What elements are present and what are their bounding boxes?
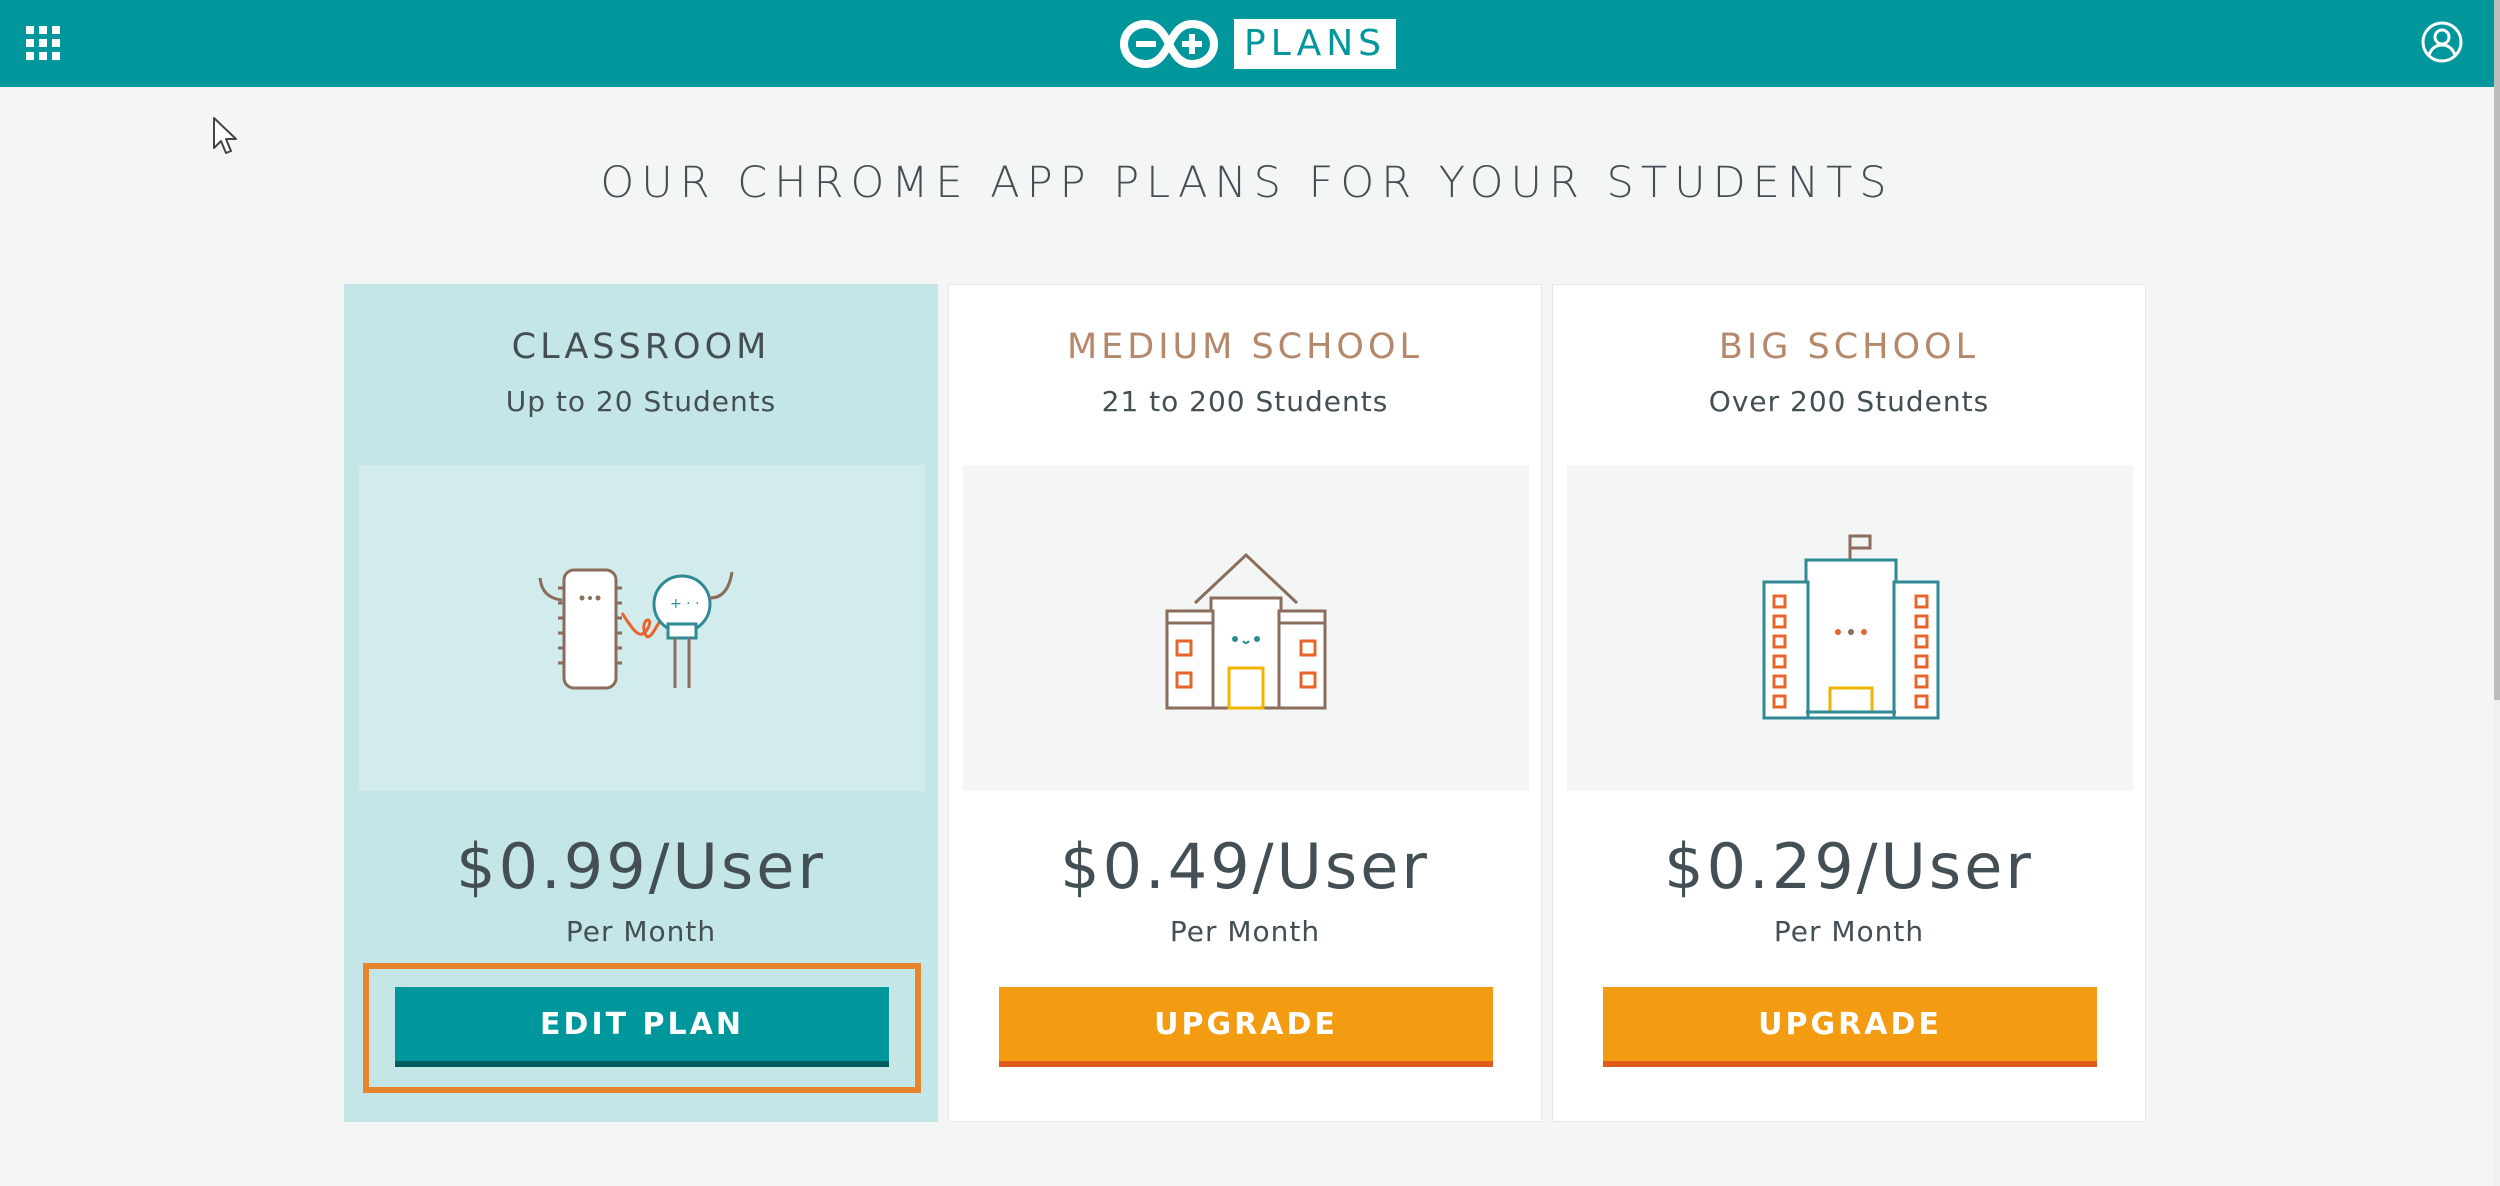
plans-label: PLANS [1234,19,1396,69]
classroom-characters-icon: + · · [538,568,734,690]
scrollbar-thumb[interactable] [2494,0,2500,700]
brand-logo[interactable]: PLANS [1120,18,1396,70]
plan-period: Per Month [1169,915,1321,948]
plan-card-medium-school: MEDIUM SCHOOL 21 to 200 Students $0.49/U… [948,284,1542,1122]
plan-name: BIG SCHOOL [1718,327,1980,367]
plan-price: $0.29/User [1664,830,2034,903]
plan-subtitle: 21 to 200 Students [1101,385,1389,418]
svg-text:+ · ·: + · · [670,596,700,612]
page-scrollbar[interactable] [2494,0,2500,1186]
edit-plan-button[interactable]: EDIT PLAN [395,987,889,1067]
big-school-building-icon [1762,534,1940,720]
plan-period: Per Month [565,915,717,948]
top-navigation-bar: PLANS [0,0,2494,87]
user-account-icon[interactable] [2420,20,2464,64]
plan-subtitle: Up to 20 Students [505,385,777,418]
mouse-cursor-icon [213,117,237,154]
plan-name: MEDIUM SCHOOL [1066,327,1424,367]
plan-name: CLASSROOM [511,327,771,367]
plan-price: $0.99/User [456,830,826,903]
plan-illustration [1567,465,2133,791]
apps-grid-icon[interactable] [26,26,60,60]
plan-card-big-school: BIG SCHOOL Over 200 Students $0.29/User … [1552,284,2146,1122]
medium-school-building-icon [1165,552,1327,710]
plan-subtitle: Over 200 Students [1708,385,1990,418]
plan-illustration: + · · [359,465,925,791]
upgrade-button[interactable]: UPGRADE [1603,987,2097,1067]
arduino-infinity-logo-icon [1120,19,1218,69]
plan-period: Per Month [1773,915,1925,948]
page-title: OUR CHROME APP PLANS FOR YOUR STUDENTS [600,158,1894,208]
plan-price: $0.49/User [1060,830,1430,903]
plan-illustration [963,465,1529,791]
plan-card-classroom: CLASSROOM Up to 20 Students + · · $0.99/… [344,284,938,1122]
upgrade-button[interactable]: UPGRADE [999,987,1493,1067]
